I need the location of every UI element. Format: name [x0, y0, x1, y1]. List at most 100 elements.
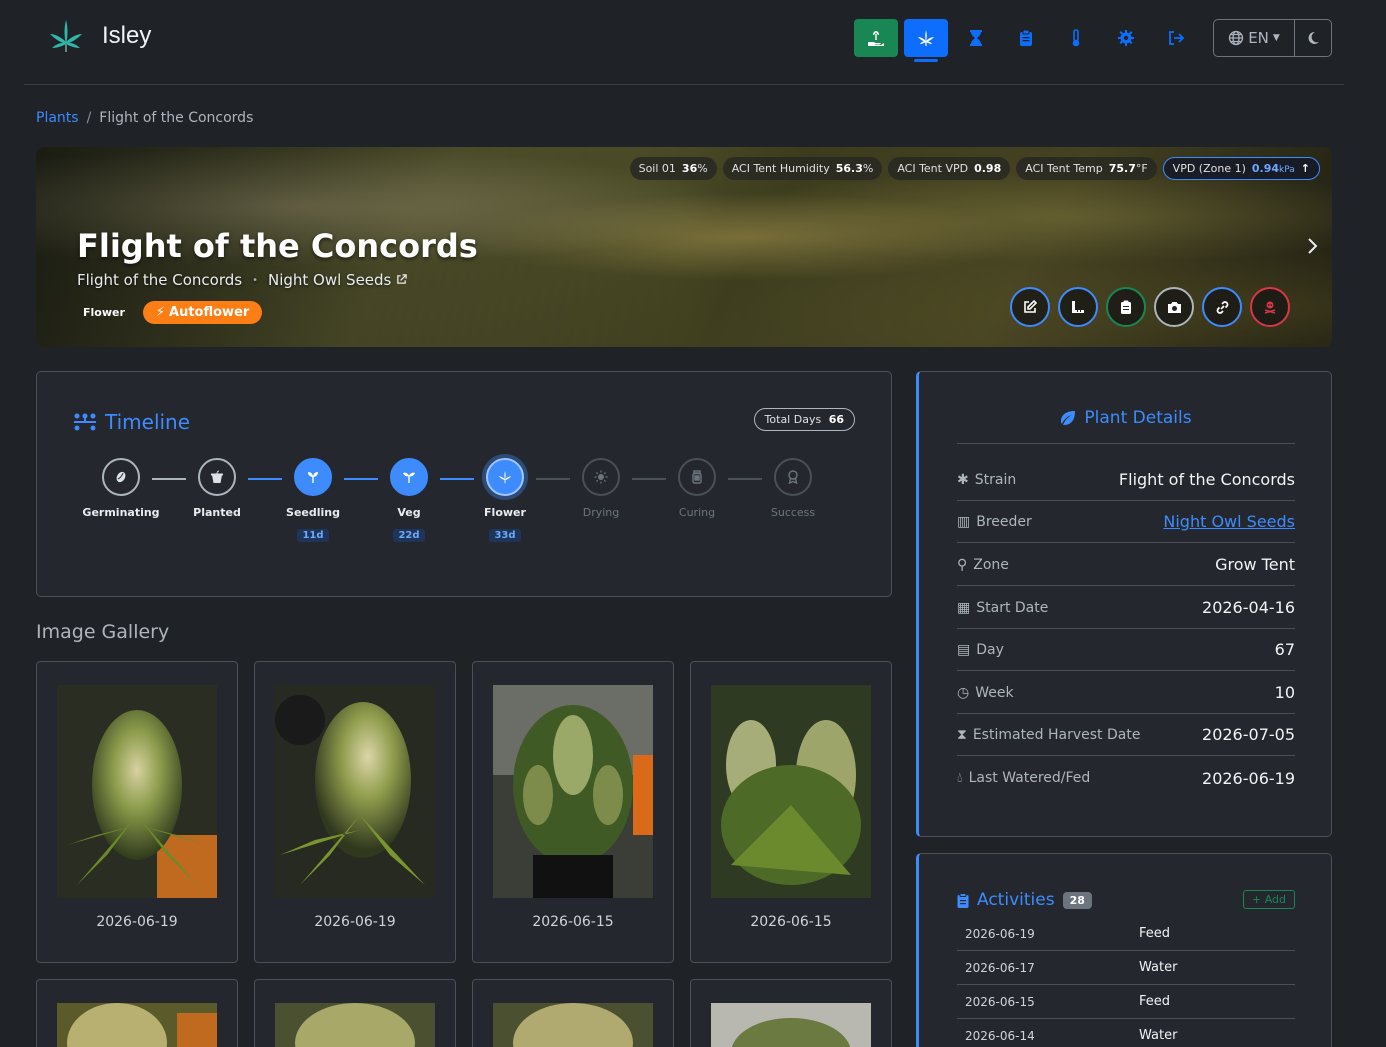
skull-crossbones-icon	[1264, 301, 1276, 314]
gallery-card[interactable]: 2026-06-15	[690, 661, 892, 963]
activities-title: Activities	[977, 890, 1055, 910]
nav-thermometer-button[interactable]	[1054, 19, 1098, 57]
gallery-card[interactable]: 2026-06-19	[254, 661, 456, 963]
vpd-label: VPD (Zone 1)	[1172, 162, 1246, 175]
stage-label: Seedling	[286, 506, 340, 519]
detail-label: Week	[975, 684, 1014, 701]
breeder-link[interactable]: Night Owl Seeds	[268, 271, 407, 289]
chevron-right-icon[interactable]	[1306, 237, 1318, 260]
sensor-badge[interactable]: ACI Tent Humidity 56.3%	[722, 157, 883, 180]
sensor-value: 56.3	[835, 162, 863, 175]
add-photo-button[interactable]	[1154, 287, 1194, 327]
thermometer-icon	[1072, 29, 1080, 47]
language-label: EN	[1248, 29, 1269, 47]
vpd-badge[interactable]: VPD (Zone 1) 0.94kPa ↑	[1162, 157, 1320, 180]
nav-logout-button[interactable]	[1154, 19, 1198, 57]
plant-photo[interactable]	[275, 685, 435, 898]
timeline-title: Timeline	[105, 410, 191, 434]
stage-planted[interactable]: Planted	[169, 458, 282, 542]
activity-row[interactable]: 2026-06-14 Water	[957, 1019, 1295, 1047]
edit-plant-button[interactable]	[1010, 287, 1050, 327]
plant-photo[interactable]	[493, 685, 653, 898]
stage-veg[interactable]: Veg 22d	[361, 458, 474, 542]
sensor-badge[interactable]: ACI Tent Temp 75.7°F	[1016, 157, 1157, 180]
gallery-card[interactable]	[254, 979, 456, 1047]
stage-seedling[interactable]: Seedling 11d	[265, 458, 378, 542]
timeline-stages: Germinating Planted Seedling 11d Veg 22d	[73, 458, 841, 542]
edit-icon	[1024, 300, 1037, 313]
stage-circle	[582, 458, 620, 496]
detail-row-last-watered: 💧︎ Last Watered/Fed 2026-06-19	[957, 757, 1295, 799]
stage-drying[interactable]: Drying	[553, 458, 666, 542]
plant-photo[interactable]	[275, 1003, 435, 1047]
activity-type: Feed	[1139, 994, 1171, 1009]
timeline-heading: Timeline	[73, 410, 190, 434]
nav-seedling-hand-button[interactable]	[854, 19, 898, 57]
gallery-card[interactable]	[472, 979, 674, 1047]
activity-row[interactable]: 2026-06-15 Feed	[957, 985, 1295, 1019]
detail-row-harvest-date: ⧗ Estimated Harvest Date 2026-07-05	[957, 714, 1295, 756]
clipboard-icon	[1020, 29, 1032, 46]
building-icon: ▥	[957, 513, 971, 530]
subtitle-separator: •	[252, 274, 258, 286]
plant-tags: Flower ⚡ Autoflower	[77, 301, 263, 324]
camera-icon	[1167, 301, 1181, 313]
stage-circle	[198, 458, 236, 496]
language-dropdown[interactable]: EN ▼	[1214, 20, 1295, 56]
clipboard-icon	[957, 892, 969, 908]
nav-clipboard-button[interactable]	[1004, 19, 1048, 57]
divider	[957, 443, 1295, 444]
photo-date: 2026-06-19	[314, 914, 396, 930]
stage-curing[interactable]: Curing	[649, 458, 762, 542]
link-icon	[1216, 300, 1228, 314]
plant-photo[interactable]	[57, 1003, 217, 1047]
plant-action-buttons	[1010, 287, 1290, 327]
detail-label: Start Date	[976, 599, 1049, 616]
gallery-card[interactable]	[690, 979, 892, 1047]
stage-flower[interactable]: Flower 33d	[457, 458, 570, 542]
nav-plants-button[interactable]	[904, 19, 948, 62]
total-days-label: Total Days	[764, 413, 822, 426]
stage-germinating[interactable]: Germinating	[73, 458, 186, 542]
activity-type: Feed	[1139, 926, 1171, 941]
mark-dead-button[interactable]	[1250, 287, 1290, 327]
breadcrumb-plants-link[interactable]: Plants	[36, 110, 79, 126]
detail-value: 2026-07-05	[1202, 725, 1295, 744]
link-button[interactable]	[1202, 287, 1242, 327]
detail-value: 2026-06-19	[1202, 768, 1295, 788]
nav-hourglass-button[interactable]	[954, 19, 998, 57]
cannabis-leaf-icon: ✱	[957, 471, 969, 488]
sensor-badges: Soil 01 36% ACI Tent Humidity 56.3% ACI …	[629, 157, 1320, 180]
activity-row[interactable]: 2026-06-17 Water	[957, 951, 1295, 985]
stage-days-badge: 33d	[489, 529, 521, 542]
detail-value: Grow Tent	[1215, 555, 1295, 574]
measurement-button[interactable]	[1058, 287, 1098, 327]
pot-icon	[211, 470, 223, 483]
status-badge: Flower	[83, 306, 125, 319]
brand[interactable]: Isley	[46, 16, 151, 56]
sensor-badge[interactable]: ACI Tent VPD 0.98	[888, 157, 1011, 180]
plant-photo[interactable]	[57, 685, 217, 898]
activity-row[interactable]: 2026-06-19 Feed	[957, 917, 1295, 951]
nav-settings-button[interactable]	[1104, 19, 1148, 57]
plant-photo[interactable]	[711, 685, 871, 898]
sun-icon	[594, 470, 608, 484]
detail-row-zone: ⚲ Zone Grow Tent	[957, 544, 1295, 586]
add-activity-button[interactable]	[1106, 287, 1146, 327]
sensor-badge[interactable]: Soil 01 36%	[629, 157, 717, 180]
activity-type: Water	[1139, 960, 1178, 975]
theme-toggle-button[interactable]	[1295, 20, 1331, 56]
detail-value: Flight of the Concords	[1118, 470, 1295, 489]
plant-photo[interactable]	[493, 1003, 653, 1047]
stage-label: Curing	[678, 506, 716, 519]
stage-success[interactable]: Success	[745, 458, 841, 542]
gallery-card[interactable]	[36, 979, 238, 1047]
add-activity-button[interactable]: + Add	[1242, 890, 1295, 909]
sensor-unit: °F	[1135, 162, 1148, 175]
gallery-card[interactable]: 2026-06-19	[36, 661, 238, 963]
plant-photo[interactable]	[711, 1003, 871, 1047]
gallery-card[interactable]: 2026-06-15	[472, 661, 674, 963]
activities-card: Activities 28 + Add 2026-06-19 Feed 2026…	[916, 853, 1332, 1047]
breeder-link[interactable]: Night Owl Seeds	[1163, 512, 1295, 531]
stage-label: Success	[770, 506, 816, 519]
